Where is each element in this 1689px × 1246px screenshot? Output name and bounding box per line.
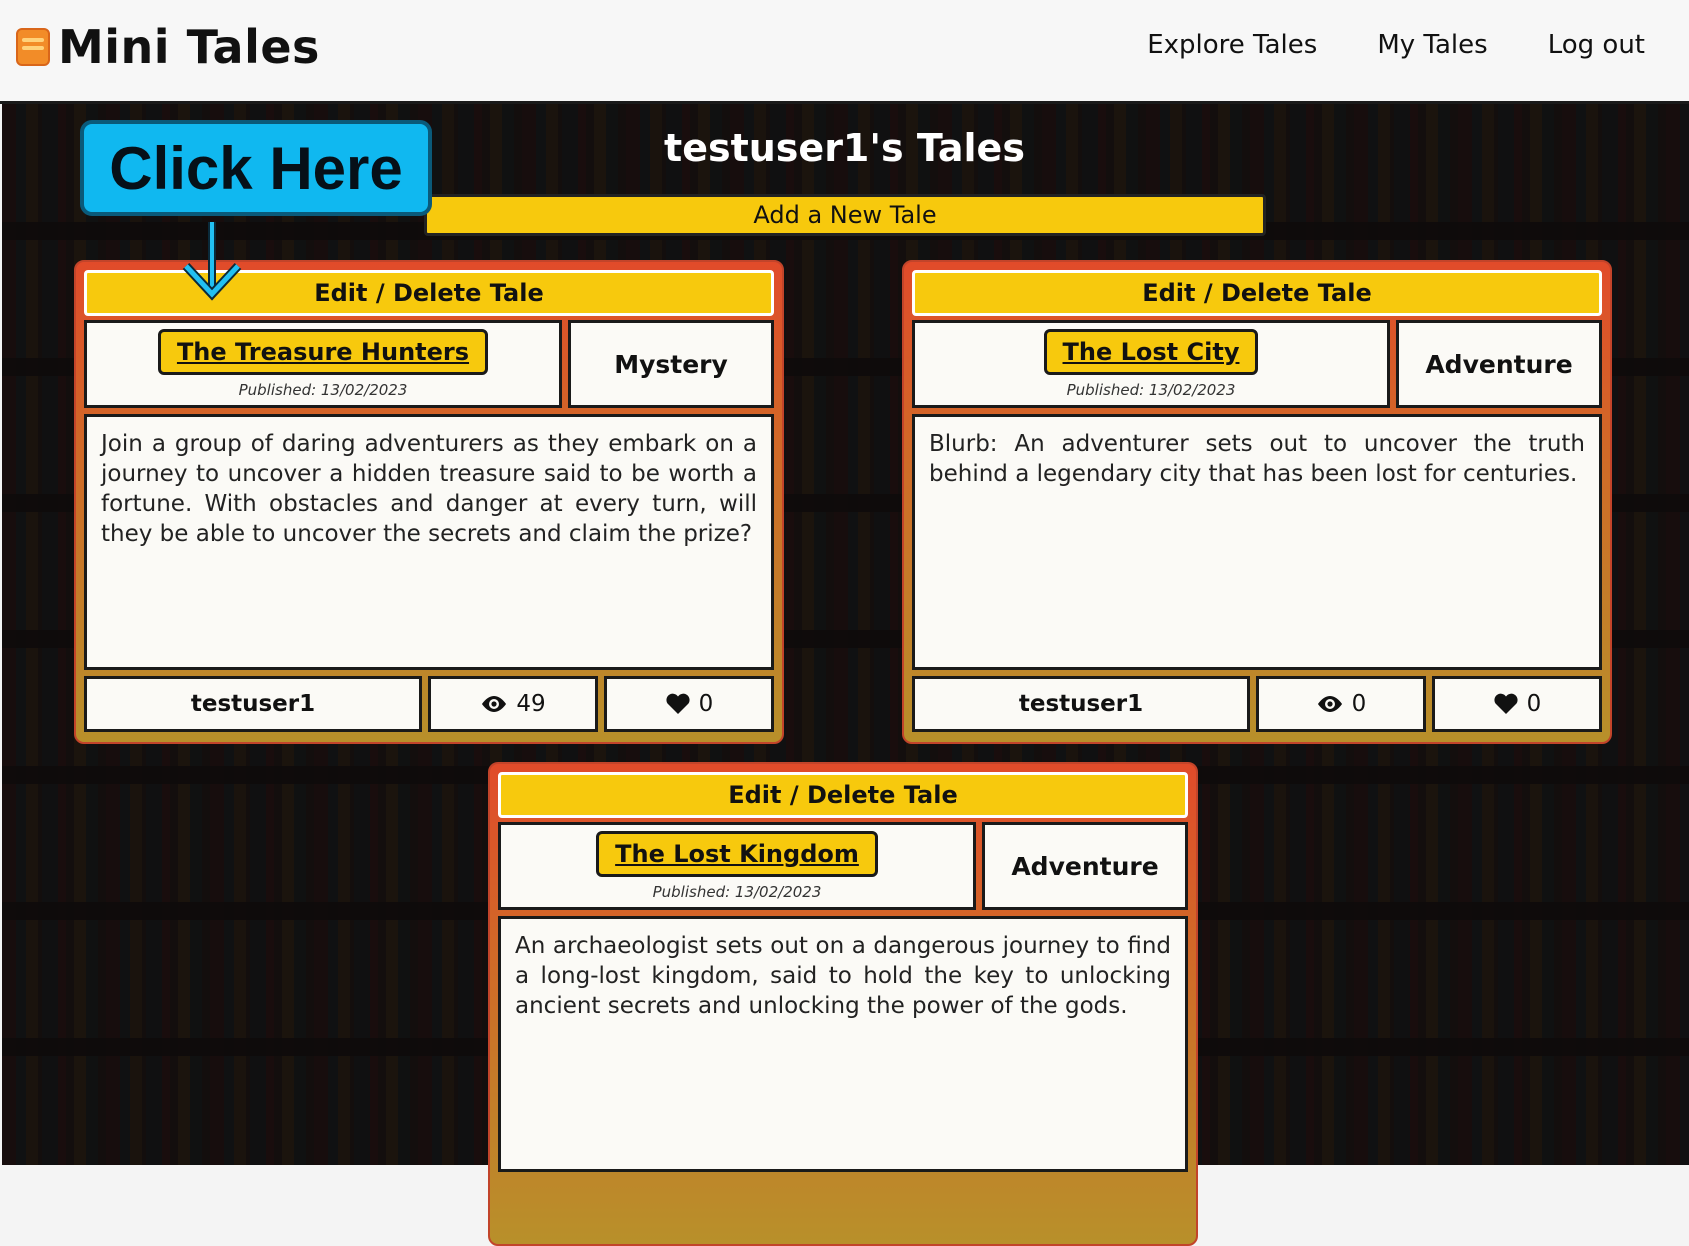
views-count: 0 — [1256, 676, 1426, 732]
tale-title-link[interactable]: The Treasure Hunters — [157, 329, 489, 375]
published-date: Published: 13/02/2023 — [238, 381, 408, 399]
eye-icon — [480, 694, 508, 714]
tale-title-box: The Lost Kingdom Published: 13/02/2023 — [498, 822, 976, 910]
arrow-down-icon — [182, 222, 242, 301]
genre-label: Adventure — [982, 822, 1188, 910]
likes-count[interactable]: 0 — [604, 676, 774, 732]
nav-links: Explore Tales My Tales Log out — [1147, 30, 1645, 60]
tale-card: Edit / Delete Tale The Treasure Hunters … — [74, 260, 784, 744]
likes-value: 0 — [1526, 691, 1542, 717]
genre-label: Adventure — [1396, 320, 1602, 408]
views-count: 49 — [428, 676, 598, 732]
book-icon — [16, 28, 50, 66]
app-name: Mini Tales — [58, 20, 320, 74]
nav-explore-tales[interactable]: Explore Tales — [1147, 30, 1317, 60]
navbar: Mini Tales Explore Tales My Tales Log ou… — [0, 0, 1689, 104]
heart-icon — [1493, 693, 1519, 715]
tale-blurb: Blurb: An adventurer sets out to uncover… — [912, 414, 1602, 670]
tale-title-link[interactable]: The Lost Kingdom — [596, 831, 878, 877]
tale-title-link[interactable]: The Lost City — [1043, 329, 1259, 375]
published-date: Published: 13/02/2023 — [652, 883, 822, 901]
author-name: testuser1 — [912, 676, 1250, 732]
click-here-tooltip[interactable]: Click Here — [80, 120, 432, 216]
edit-delete-tale-button[interactable]: Edit / Delete Tale — [498, 772, 1188, 818]
heart-icon — [665, 693, 691, 715]
nav-log-out[interactable]: Log out — [1548, 30, 1645, 60]
tale-card: Edit / Delete Tale The Lost Kingdom Publ… — [488, 762, 1198, 1246]
tale-blurb: An archaeologist sets out on a dangerous… — [498, 916, 1188, 1172]
likes-value: 0 — [698, 691, 714, 717]
logo[interactable]: Mini Tales — [16, 20, 320, 74]
tale-title-box: The Lost City Published: 13/02/2023 — [912, 320, 1390, 408]
tale-card: Edit / Delete Tale The Lost City Publish… — [902, 260, 1612, 744]
likes-count[interactable]: 0 — [1432, 676, 1602, 732]
author-name: testuser1 — [84, 676, 422, 732]
eye-icon — [1316, 694, 1344, 714]
edit-delete-tale-button[interactable]: Edit / Delete Tale — [912, 270, 1602, 316]
tale-blurb: Join a group of daring adventurers as th… — [84, 414, 774, 670]
genre-label: Mystery — [568, 320, 774, 408]
views-value: 49 — [516, 691, 546, 717]
views-value: 0 — [1351, 691, 1367, 717]
nav-my-tales[interactable]: My Tales — [1377, 30, 1487, 60]
tale-title-box: The Treasure Hunters Published: 13/02/20… — [84, 320, 562, 408]
add-new-tale-button[interactable]: Add a New Tale — [424, 194, 1266, 236]
published-date: Published: 13/02/2023 — [1066, 381, 1236, 399]
